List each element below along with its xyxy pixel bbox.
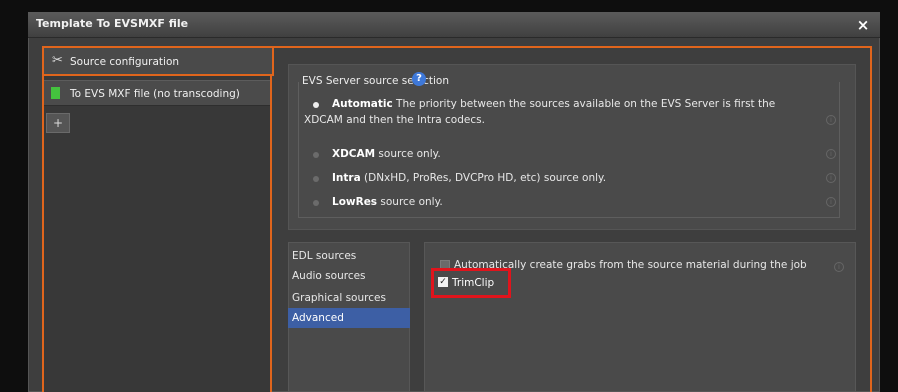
- add-button[interactable]: +: [46, 113, 70, 133]
- option-automatic-label-line2: XDCAM and then the Intra codecs.: [304, 114, 485, 126]
- evs-selection-title: EVS Server source selection: [302, 75, 449, 87]
- info-icon[interactable]: i: [826, 115, 836, 125]
- wrench-screwdriver-icon: ✂: [52, 53, 63, 68]
- radio-intra[interactable]: [313, 176, 319, 182]
- subnav-item-graphical-sources[interactable]: Graphical sources: [288, 288, 410, 308]
- radio-automatic[interactable]: [313, 102, 319, 108]
- trimclip-checkbox[interactable]: ✓: [438, 277, 448, 287]
- template-list-item-label: To EVS MXF file (no transcoding): [70, 88, 240, 100]
- tab-source-configuration-label: Source configuration: [70, 56, 180, 68]
- info-icon[interactable]: i: [826, 149, 836, 159]
- window-title: Template To EVSMXF file: [36, 17, 189, 30]
- subnav-item-audio-sources[interactable]: Audio sources: [288, 266, 410, 286]
- file-icon: [51, 87, 60, 99]
- option-intra-label: Intra (DNxHD, ProRes, DVCPro HD, etc) so…: [332, 172, 607, 184]
- subnav-item-advanced[interactable]: Advanced: [288, 308, 410, 328]
- info-icon[interactable]: i: [834, 262, 844, 272]
- info-icon[interactable]: i: [826, 197, 836, 207]
- option-lowres-label: LowRes source only.: [332, 196, 443, 208]
- left-panel: [44, 76, 272, 392]
- radio-xdcam[interactable]: [313, 152, 319, 158]
- close-button[interactable]: ×: [853, 15, 873, 35]
- option-xdcam-label: XDCAM source only.: [332, 148, 441, 160]
- option-automatic-label: Automatic The priority between the sourc…: [332, 98, 776, 110]
- radio-lowres[interactable]: [313, 200, 319, 206]
- help-icon[interactable]: ?: [412, 72, 426, 86]
- info-icon[interactable]: i: [826, 173, 836, 183]
- trimclip-label: TrimClip: [452, 277, 495, 289]
- subnav-item-edl-sources[interactable]: EDL sources: [288, 246, 410, 266]
